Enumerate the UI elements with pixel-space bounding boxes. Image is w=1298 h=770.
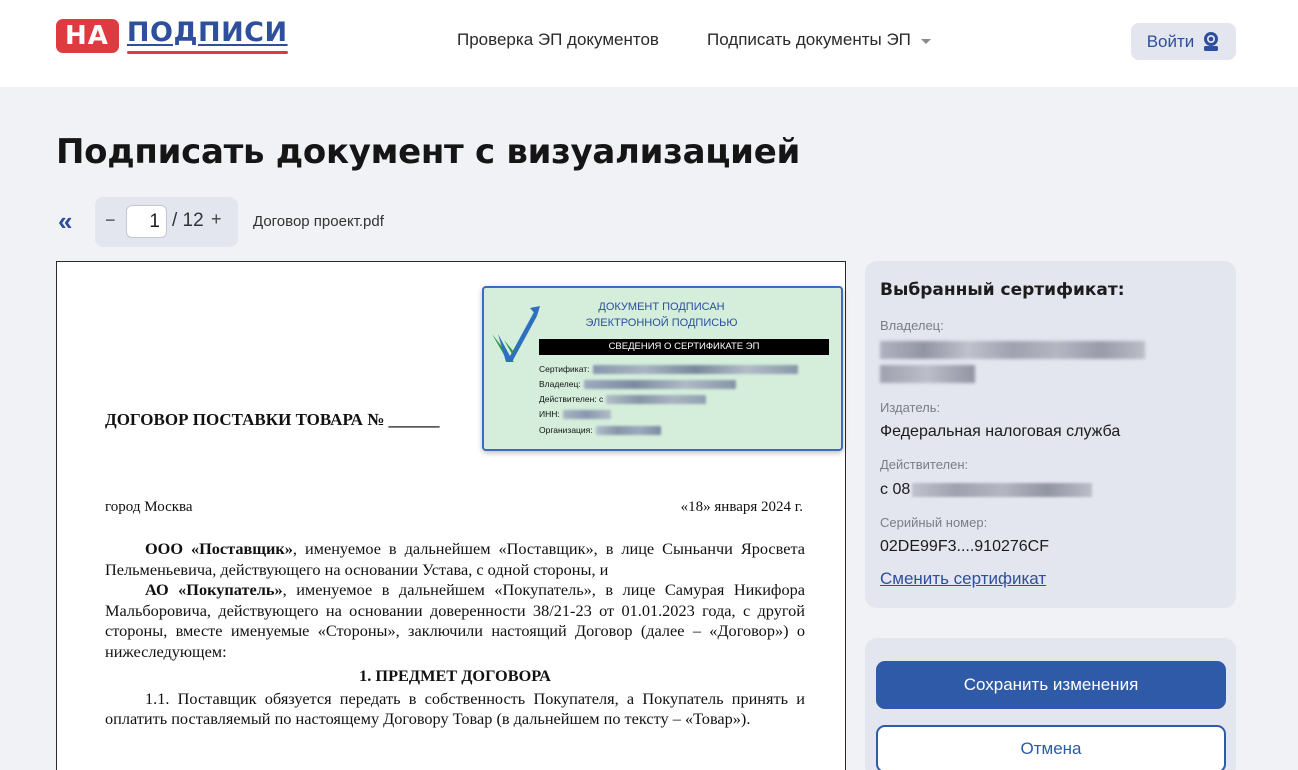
- stamp-title-line1: ДОКУМЕНТ ПОДПИСАН: [598, 301, 725, 313]
- save-button[interactable]: Сохранить изменения: [876, 661, 1226, 709]
- logo-badge: НА: [56, 19, 119, 53]
- badge-icon: [1204, 31, 1219, 51]
- party-supplier: ООО «Поставщик»: [145, 539, 293, 558]
- page-navigator: − / 12 +: [95, 197, 238, 247]
- issuer-value: Федеральная налоговая служба: [880, 423, 1121, 440]
- collapse-panel-button[interactable]: «: [58, 206, 72, 236]
- page-number-input[interactable]: [126, 205, 167, 238]
- stamp-row-label: Организация:: [539, 425, 593, 435]
- stamp-row-valid: Действителен: с: [539, 394, 707, 404]
- change-certificate-link[interactable]: Сменить сертификат: [880, 569, 1046, 589]
- nav-sign-documents-label: Подписать документы ЭП: [707, 30, 911, 49]
- document-body: ООО «Поставщик», именуемое в дальнейшем …: [105, 539, 805, 730]
- actions-panel: Сохранить изменения Отмена: [865, 638, 1236, 770]
- document-paragraph: АО «Покупатель», именуемое в дальнейшем …: [105, 580, 805, 662]
- redacted-owner-name: [880, 365, 975, 383]
- page-title: Подписать документ с визуализацией: [56, 132, 800, 172]
- serial-label: Серийный номер:: [880, 515, 988, 530]
- next-page-button[interactable]: +: [211, 209, 222, 230]
- valid-prefix: с 08: [880, 481, 911, 498]
- prev-page-button[interactable]: −: [105, 210, 116, 231]
- stamp-info-bar: СВЕДЕНИЯ О СЕРТИФИКАТЕ ЭП: [539, 339, 829, 355]
- login-button[interactable]: Войти: [1131, 23, 1236, 60]
- stamp-row-certificate: Сертификат:: [539, 364, 798, 374]
- nav-sign-documents[interactable]: Подписать документы ЭП: [707, 30, 931, 50]
- redacted-valid-range: [912, 483, 1093, 497]
- stamp-row-label: Владелец:: [539, 379, 581, 389]
- owner-label: Владелец:: [880, 318, 944, 333]
- cancel-button[interactable]: Отмена: [876, 725, 1226, 770]
- stamp-row-label: ИНН:: [539, 409, 560, 419]
- redacted-value: [592, 364, 798, 374]
- document-date: «18» января 2024 г.: [680, 499, 803, 515]
- stamp-row-organization: Организация:: [539, 425, 661, 435]
- redacted-value: [595, 425, 661, 435]
- document-paragraph: ООО «Поставщик», именуемое в дальнейшем …: [105, 539, 805, 580]
- stamp-row-owner: Владелец:: [539, 379, 736, 389]
- stamp-row-label: Действителен: с: [539, 394, 604, 404]
- party-buyer: АО «Покупатель»: [145, 580, 283, 599]
- site-header: НА ПОДПИСИ Проверка ЭП документов Подпис…: [0, 0, 1298, 87]
- document-city: город Москва: [105, 499, 193, 515]
- checkmark-logo-icon: [492, 306, 540, 362]
- site-logo[interactable]: НА ПОДПИСИ: [56, 17, 288, 54]
- stamp-row-inn: ИНН:: [539, 409, 611, 419]
- issuer-label: Издатель:: [880, 400, 941, 415]
- valid-value: с 08: [880, 481, 1093, 499]
- serial-value: 02DE99F3....910276CF: [880, 538, 1049, 555]
- document-filename: Договор проект.pdf: [253, 213, 384, 230]
- signature-stamp[interactable]: ДОКУМЕНТ ПОДПИСАН ЭЛЕКТРОННОЙ ПОДПИСЬЮ С…: [482, 286, 843, 451]
- chevron-down-icon: [920, 38, 931, 44]
- redacted-value: [606, 394, 707, 404]
- stamp-title-line2: ЭЛЕКТРОННОЙ ПОДПИСЬЮ: [585, 317, 738, 329]
- redacted-value: [562, 409, 611, 419]
- certificate-panel-title: Выбранный сертификат:: [880, 280, 1125, 300]
- redacted-value: [583, 379, 736, 389]
- selected-certificate-panel: Выбранный сертификат: Владелец: Издатель…: [865, 261, 1236, 608]
- document-paragraph: 1.1. Поставщик обязуется передать в собс…: [105, 688, 805, 729]
- login-label: Войти: [1146, 31, 1195, 51]
- valid-label: Действителен:: [880, 457, 969, 472]
- document-heading: ДОГОВОР ПОСТАВКИ ТОВАРА № ______: [105, 410, 440, 429]
- section-title: 1. ПРЕДМЕТ ДОГОВОРА: [359, 666, 551, 685]
- redacted-owner-name: [880, 341, 1145, 359]
- stamp-row-label: Сертификат:: [539, 364, 590, 374]
- nav-verify-signature[interactable]: Проверка ЭП документов: [457, 30, 659, 50]
- page-total: / 12: [172, 210, 204, 231]
- logo-word: ПОДПИСИ: [126, 17, 288, 54]
